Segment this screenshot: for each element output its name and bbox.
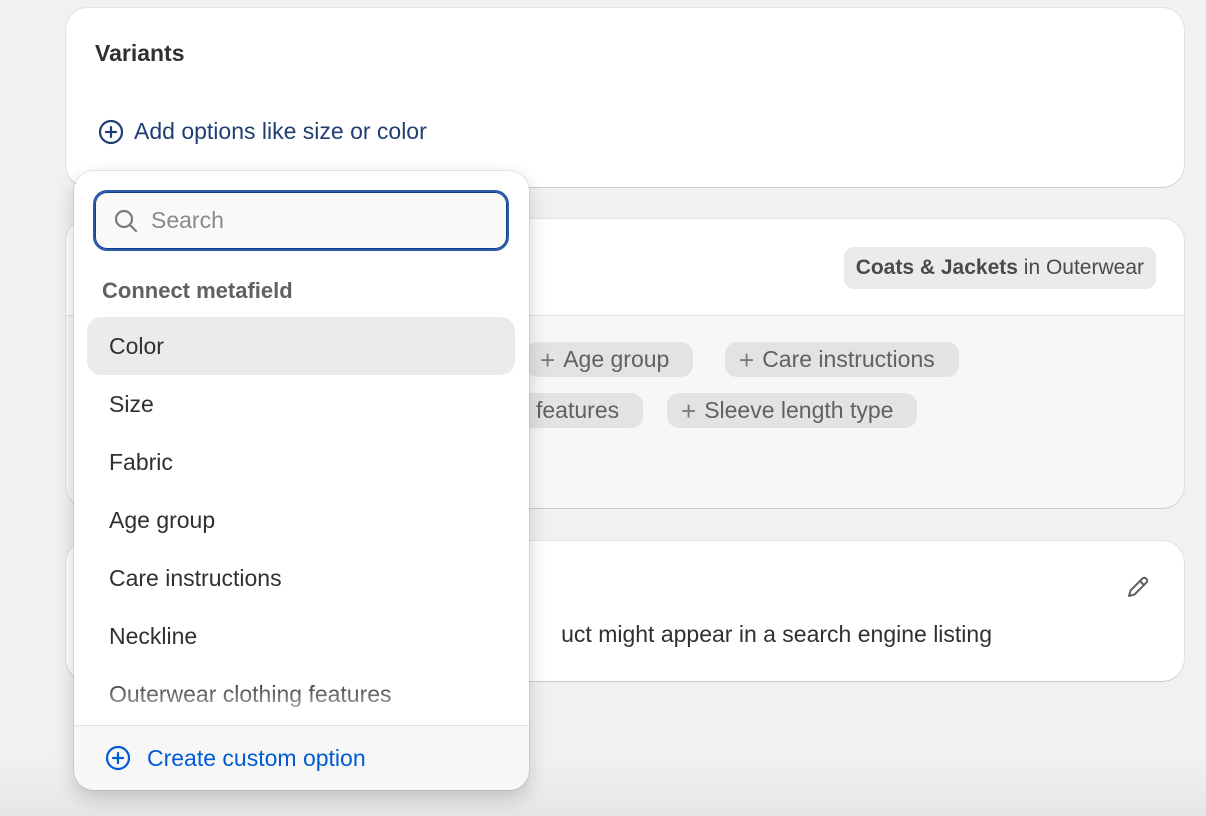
- category-suffix: in Outerwear: [1023, 256, 1144, 279]
- plus-circle-icon: [98, 119, 124, 144]
- chip-age-group[interactable]: + Age group: [526, 342, 694, 377]
- create-custom-option-label: Create custom option: [147, 744, 366, 771]
- search-icon: [114, 209, 138, 232]
- option-neckline[interactable]: Neckline: [87, 607, 515, 665]
- option-list: Color Size Fabric Age group Care instruc…: [87, 317, 515, 723]
- variants-card: Variants Add options like size or color: [66, 8, 1184, 187]
- option-age-group[interactable]: Age group: [87, 491, 515, 549]
- chip-label: Care instructions: [762, 346, 935, 372]
- chip-sleeve-length-type[interactable]: + Sleeve length type: [667, 393, 918, 428]
- plus-circle-icon: [105, 745, 131, 771]
- add-options-button[interactable]: Add options like size or color: [98, 118, 427, 145]
- category-name: Coats & Jackets: [855, 256, 1018, 279]
- connect-metafield-heading: Connect metafield: [102, 278, 293, 303]
- option-size[interactable]: Size: [87, 375, 515, 433]
- option-color[interactable]: Color: [87, 317, 515, 375]
- search-input[interactable]: [151, 207, 481, 234]
- plus-icon: +: [540, 344, 556, 375]
- chip-care-instructions[interactable]: + Care instructions: [725, 342, 959, 377]
- chip-label: Age group: [563, 346, 670, 372]
- option-care-instructions[interactable]: Care instructions: [87, 549, 515, 607]
- category-badge[interactable]: Coats & Jackets in Outerwear: [843, 247, 1156, 289]
- plus-icon: +: [739, 344, 755, 375]
- add-options-label: Add options like size or color: [134, 118, 427, 144]
- create-custom-option-button[interactable]: Create custom option: [74, 725, 529, 790]
- chip-label: Sleeve length type: [704, 397, 894, 423]
- chip-label: features: [536, 397, 620, 423]
- option-outerwear-clothing-features[interactable]: Outerwear clothing features: [87, 665, 515, 723]
- option-fabric[interactable]: Fabric: [87, 433, 515, 491]
- plus-icon: +: [681, 395, 697, 426]
- pencil-icon[interactable]: [1124, 573, 1152, 601]
- search-field[interactable]: [93, 190, 509, 251]
- options-popover: Connect metafield Color Size Fabric Age …: [74, 171, 529, 790]
- variants-title: Variants: [95, 40, 185, 66]
